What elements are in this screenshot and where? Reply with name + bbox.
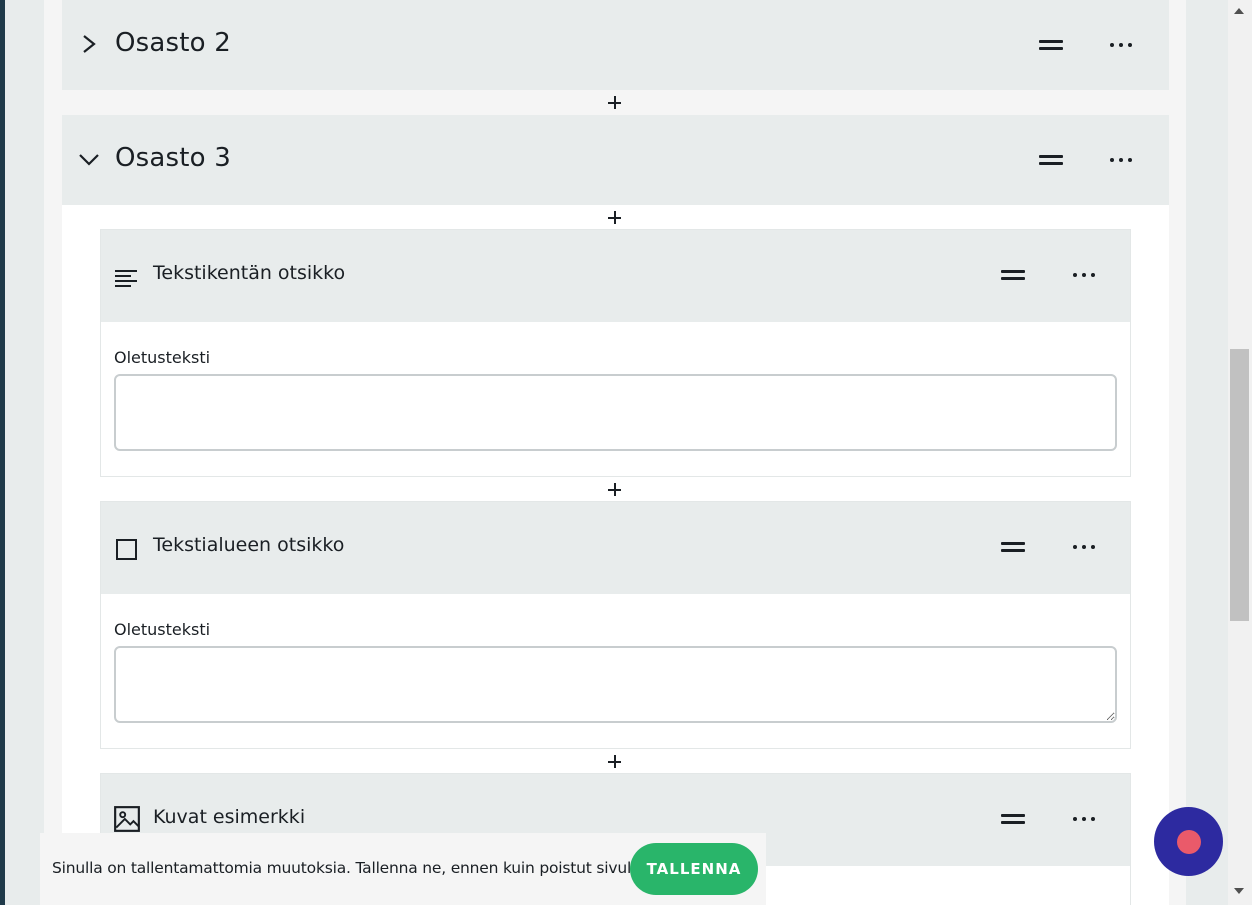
unsaved-changes-notice: Sinulla on tallentamattomia muutoksia. T… — [40, 833, 766, 905]
block-title: Tekstikentän otsikko — [153, 262, 346, 284]
image-icon — [114, 806, 140, 832]
more-options-icon[interactable] — [1073, 816, 1095, 822]
section-title: Osasto 2 — [115, 28, 231, 58]
left-edge-strip — [0, 0, 5, 905]
section-title: Osasto 3 — [115, 143, 231, 173]
more-options-icon[interactable] — [1073, 544, 1095, 550]
section-header-osasto-2[interactable]: Osasto 2 — [62, 0, 1169, 90]
more-options-icon[interactable] — [1073, 272, 1095, 278]
block-title: Kuvat esimerkki — [153, 806, 306, 828]
chevron-right-icon[interactable] — [77, 30, 101, 58]
text-field-block: Tekstikentän otsikko Oletusteksti — [100, 229, 1131, 477]
block-header[interactable]: Tekstialueen otsikko — [101, 502, 1130, 594]
vertical-scrollbar[interactable] — [1228, 0, 1252, 905]
block-header[interactable]: Tekstikentän otsikko — [101, 230, 1130, 322]
add-block-plus-icon[interactable] — [608, 755, 622, 769]
default-text-textarea[interactable] — [114, 646, 1117, 723]
section-header-osasto-3[interactable]: Osasto 3 — [62, 115, 1169, 205]
scrollbar-thumb[interactable] — [1230, 349, 1249, 621]
block-title: Tekstialueen otsikko — [153, 534, 345, 556]
record-dot-icon — [1177, 830, 1201, 854]
default-text-label: Oletusteksti — [114, 348, 211, 367]
unsaved-changes-text: Sinulla on tallentamattomia muutoksia. T… — [52, 859, 651, 877]
scroll-up-arrow-icon[interactable] — [1234, 8, 1244, 14]
drag-handle-icon[interactable] — [1001, 540, 1025, 554]
save-button[interactable]: TALLENNA — [630, 843, 758, 895]
add-block-plus-icon[interactable] — [608, 211, 622, 225]
scroll-down-arrow-icon[interactable] — [1234, 888, 1244, 894]
default-text-label: Oletusteksti — [114, 620, 211, 639]
drag-handle-icon[interactable] — [1039, 38, 1063, 52]
floating-record-button[interactable] — [1154, 807, 1223, 876]
default-text-input[interactable] — [114, 374, 1117, 451]
text-lines-icon — [115, 270, 137, 287]
chevron-down-icon[interactable] — [77, 145, 101, 173]
square-icon — [116, 539, 137, 560]
add-section-plus-icon[interactable] — [608, 96, 622, 110]
add-block-plus-icon[interactable] — [608, 483, 622, 497]
drag-handle-icon[interactable] — [1001, 268, 1025, 282]
more-options-icon[interactable] — [1110, 42, 1132, 48]
drag-handle-icon[interactable] — [1039, 153, 1063, 167]
drag-handle-icon[interactable] — [1001, 812, 1025, 826]
text-area-block: Tekstialueen otsikko Oletusteksti — [100, 501, 1131, 749]
more-options-icon[interactable] — [1110, 157, 1132, 163]
